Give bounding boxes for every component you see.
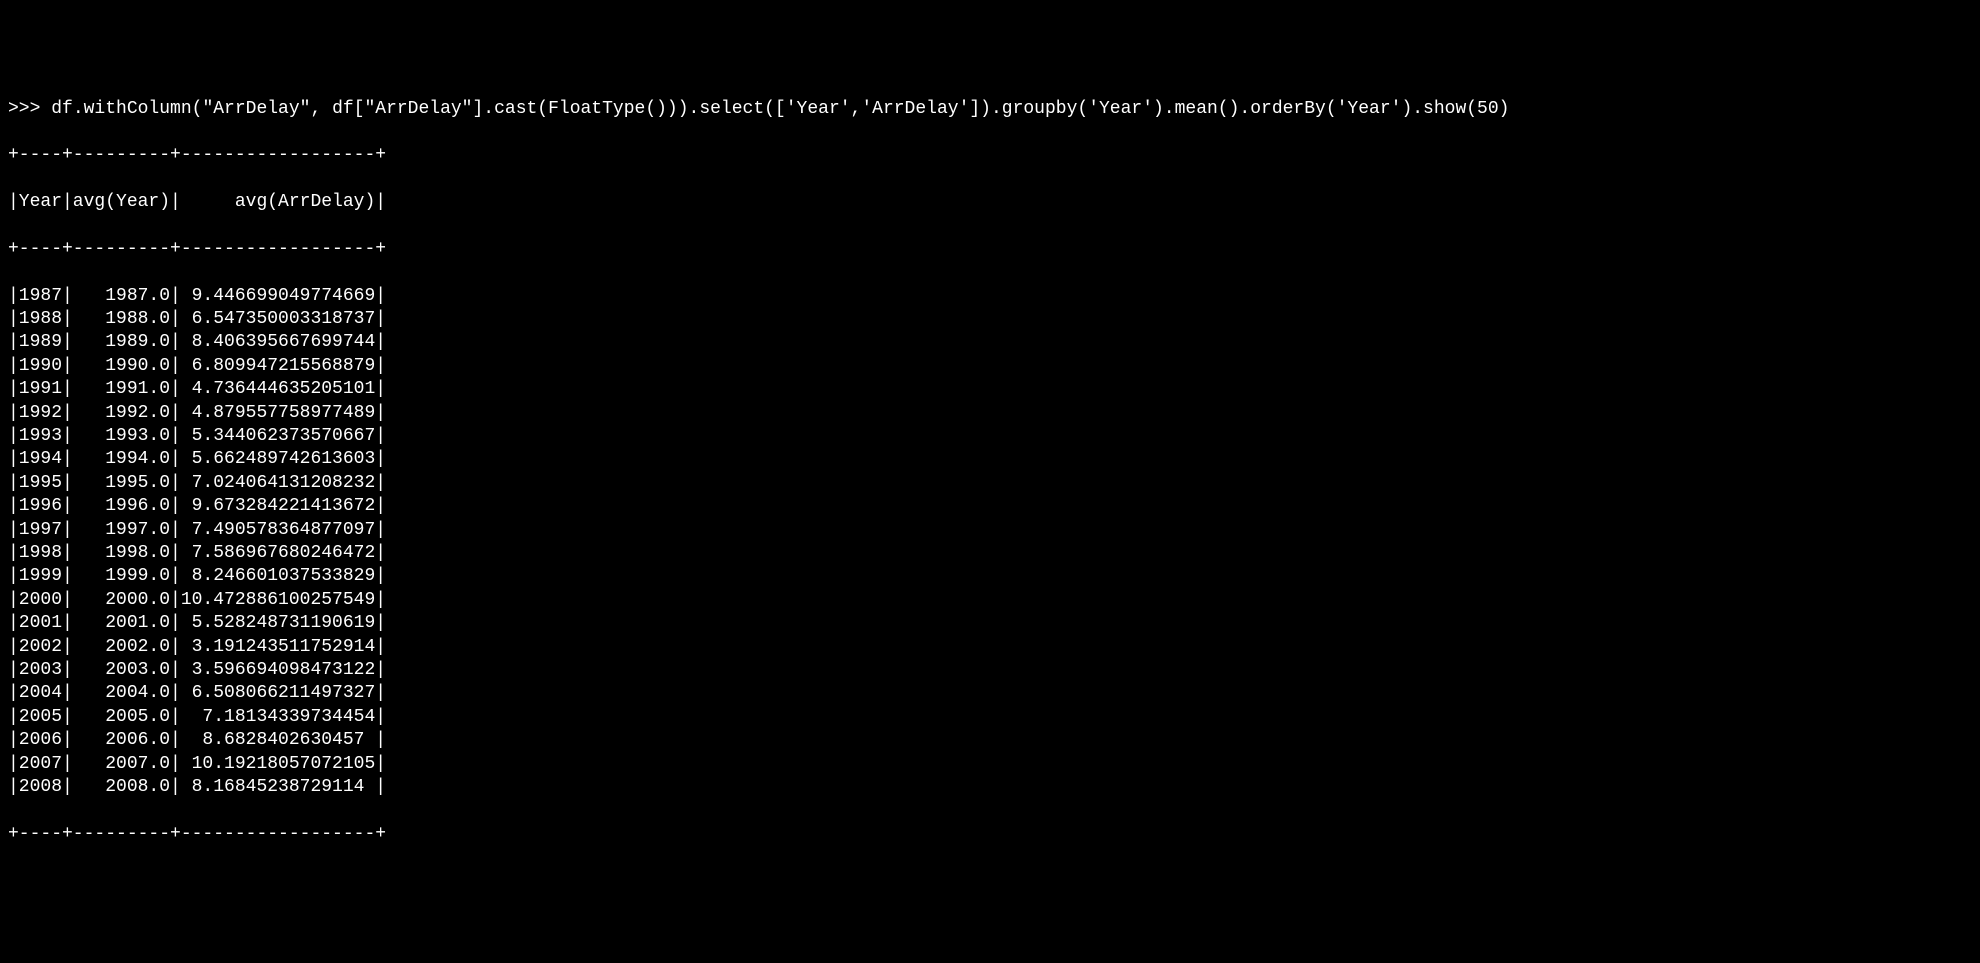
table-row: |1992| 1992.0| 4.879557758977489| bbox=[8, 402, 1972, 425]
table-row: |2004| 2004.0| 6.508066211497327| bbox=[8, 682, 1972, 705]
table-row: |1987| 1987.0| 9.446699049774669| bbox=[8, 285, 1972, 308]
table-border-mid: +----+---------+------------------+ bbox=[8, 238, 1972, 261]
table-row: |1989| 1989.0| 8.406395667699744| bbox=[8, 331, 1972, 354]
table-row: |2006| 2006.0| 8.6828402630457 | bbox=[8, 729, 1972, 752]
table-row: |1993| 1993.0| 5.344062373570667| bbox=[8, 425, 1972, 448]
table-row: |1991| 1991.0| 4.736444635205101| bbox=[8, 378, 1972, 401]
repl-prompt: >>> bbox=[8, 99, 51, 119]
table-row: |2001| 2001.0| 5.528248731190619| bbox=[8, 612, 1972, 635]
table-row: |1998| 1998.0| 7.586967680246472| bbox=[8, 542, 1972, 565]
table-row: |1996| 1996.0| 9.673284221413672| bbox=[8, 495, 1972, 518]
command-text: df.withColumn("ArrDelay", df["ArrDelay"]… bbox=[51, 99, 1509, 119]
table-row: |2005| 2005.0| 7.18134339734454| bbox=[8, 706, 1972, 729]
table-row: |2008| 2008.0| 8.16845238729114 | bbox=[8, 776, 1972, 799]
table-row: |1997| 1997.0| 7.490578364877097| bbox=[8, 519, 1972, 542]
table-row: |1988| 1988.0| 6.547350003318737| bbox=[8, 308, 1972, 331]
table-row: |1995| 1995.0| 7.024064131208232| bbox=[8, 472, 1972, 495]
table-border-bottom: +----+---------+------------------+ bbox=[8, 823, 1972, 846]
table-body: |1987| 1987.0| 9.446699049774669||1988| … bbox=[8, 285, 1972, 800]
table-row: |1990| 1990.0| 6.809947215568879| bbox=[8, 355, 1972, 378]
table-row: |2000| 2000.0|10.472886100257549| bbox=[8, 589, 1972, 612]
table-border-top: +----+---------+------------------+ bbox=[8, 144, 1972, 167]
table-row: |1994| 1994.0| 5.662489742613603| bbox=[8, 448, 1972, 471]
table-row: |1999| 1999.0| 8.246601037533829| bbox=[8, 565, 1972, 588]
table-row: |2003| 2003.0| 3.596694098473122| bbox=[8, 659, 1972, 682]
command-line[interactable]: >>> df.withColumn("ArrDelay", df["ArrDel… bbox=[8, 98, 1972, 121]
table-row: |2002| 2002.0| 3.191243511752914| bbox=[8, 636, 1972, 659]
table-row: |2007| 2007.0| 10.19218057072105| bbox=[8, 753, 1972, 776]
table-header: |Year|avg(Year)| avg(ArrDelay)| bbox=[8, 191, 1972, 214]
